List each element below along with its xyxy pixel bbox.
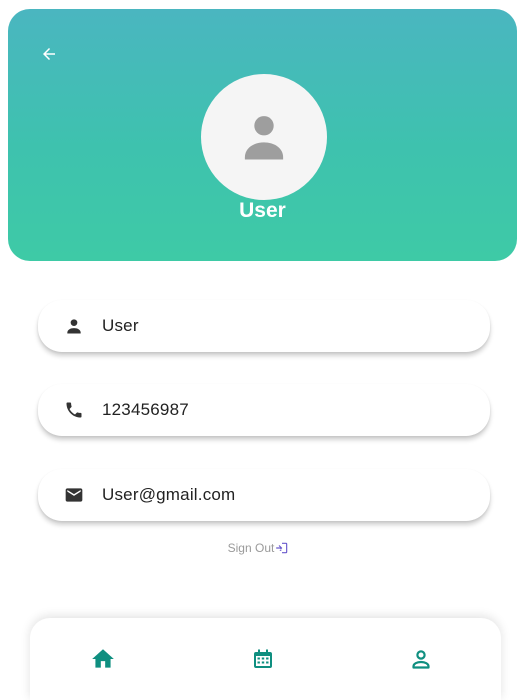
nav-home[interactable] <box>88 644 118 674</box>
sign-out-label: Sign Out <box>227 541 275 555</box>
arrow-left-icon <box>43 48 55 60</box>
email-field[interactable]: User@gmail.com <box>38 469 490 521</box>
home-icon <box>92 649 114 668</box>
phone-icon <box>62 398 86 422</box>
phone-field[interactable]: 123456987 <box>38 384 490 436</box>
person-icon <box>244 116 284 160</box>
name-field[interactable]: User <box>38 300 490 352</box>
avatar[interactable] <box>201 74 327 200</box>
bottom-navigation <box>30 618 501 700</box>
nav-calendar[interactable] <box>248 644 278 674</box>
calendar-icon <box>254 649 272 668</box>
login-icon <box>276 542 288 554</box>
back-button[interactable] <box>34 39 64 69</box>
nav-profile[interactable] <box>406 644 436 674</box>
profile-name: User <box>239 199 286 222</box>
email-value: User@gmail.com <box>102 485 236 504</box>
name-value: User <box>102 316 139 335</box>
profile-icon <box>412 650 430 669</box>
phone-value: 123456987 <box>102 400 189 419</box>
email-icon <box>62 483 86 507</box>
sign-out-button[interactable]: Sign Out <box>0 541 517 555</box>
profile-header: User <box>8 9 517 261</box>
person-icon <box>62 314 86 338</box>
